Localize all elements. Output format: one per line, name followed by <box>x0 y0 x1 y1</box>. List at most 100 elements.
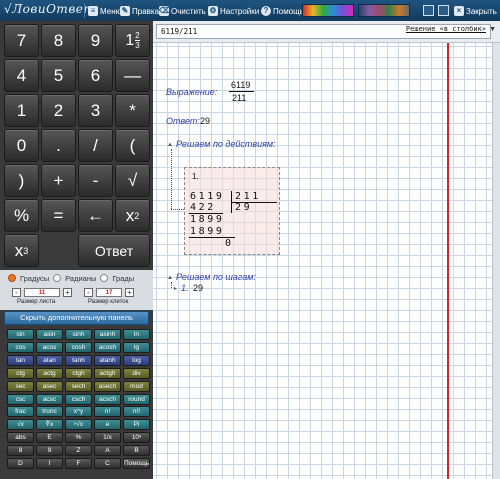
key-6[interactable]: 6 <box>78 59 113 92</box>
fn-key[interactable]: n!! <box>123 406 150 418</box>
cell-size-value[interactable]: 17 <box>96 288 122 297</box>
sheet-size-increase[interactable]: + <box>63 288 72 297</box>
fn-key[interactable]: atanh <box>94 354 121 366</box>
fn-key[interactable]: asech <box>94 380 121 392</box>
sheet-size-decrease[interactable]: - <box>12 288 21 297</box>
close-button[interactable]: × Закрыть <box>454 5 497 17</box>
theme-palette-button[interactable] <box>302 4 354 17</box>
key-close-paren[interactable]: ) <box>4 164 39 197</box>
fn-key[interactable]: lg <box>123 341 150 353</box>
fn-key[interactable]: ∛x <box>36 419 63 431</box>
fn-key[interactable]: acosh <box>94 341 121 353</box>
fn-key[interactable]: sec <box>7 380 34 392</box>
key-minus[interactable]: - <box>78 164 113 197</box>
fn-key[interactable]: actg <box>36 367 63 379</box>
fn-key[interactable]: Помощь <box>123 458 150 469</box>
key-4[interactable]: 4 <box>4 59 39 92</box>
fn-key[interactable]: 10ˣ <box>123 432 150 444</box>
key-open-paren[interactable]: ( <box>115 129 150 162</box>
radio-grads[interactable] <box>100 274 109 282</box>
fn-key[interactable]: asec <box>36 380 63 392</box>
fn-key[interactable]: cosh <box>65 341 92 353</box>
fn-key[interactable]: I <box>36 458 63 469</box>
fn-key[interactable]: mod <box>123 380 150 392</box>
fn-key[interactable]: D <box>7 458 34 469</box>
fn-key[interactable]: csch <box>65 393 92 405</box>
fn-key[interactable]: csc <box>7 393 34 405</box>
fn-key[interactable]: % <box>65 432 92 444</box>
vertical-scrollbar[interactable] <box>492 43 500 479</box>
fn-key[interactable]: F <box>65 458 92 469</box>
fn-key[interactable]: 8 <box>7 445 34 457</box>
key-decimal-point[interactable]: . <box>41 129 76 162</box>
maximize-button[interactable] <box>438 5 449 16</box>
fn-key[interactable]: tan <box>7 354 34 366</box>
fn-key[interactable]: cos <box>7 341 34 353</box>
key-0[interactable]: 0 <box>4 129 39 162</box>
fn-key[interactable]: asinh <box>94 329 121 340</box>
key-percent[interactable]: % <box>4 199 39 232</box>
fn-key[interactable]: actgh <box>94 367 121 379</box>
radio-radians[interactable] <box>53 274 62 282</box>
fn-key[interactable]: acsc <box>36 393 63 405</box>
fn-key[interactable]: div <box>123 367 150 379</box>
key-2[interactable]: 2 <box>41 94 76 127</box>
fn-key[interactable]: round <box>123 393 150 405</box>
key-divide[interactable]: / <box>78 129 113 162</box>
fn-key[interactable]: atan <box>36 354 63 366</box>
key-backspace[interactable]: ← <box>78 199 113 232</box>
fn-key[interactable]: x^y <box>65 406 92 418</box>
fn-key[interactable]: acsch <box>94 393 121 405</box>
key-x-squared[interactable]: x2 <box>115 199 150 232</box>
background-palette-button[interactable] <box>358 4 410 17</box>
fn-key[interactable]: log <box>123 354 150 366</box>
key-9[interactable]: 9 <box>78 24 113 57</box>
menu-button[interactable]: ≡ Меню <box>88 5 122 17</box>
fn-key[interactable]: sinh <box>65 329 92 340</box>
fn-key[interactable]: √x <box>7 419 34 431</box>
fn-key[interactable]: asin <box>36 329 63 340</box>
fn-key[interactable]: abs <box>7 432 34 444</box>
key-x-cubed[interactable]: x3 <box>4 234 39 267</box>
dropdown-arrow-icon[interactable]: ▼ <box>489 26 496 33</box>
fn-key[interactable]: sin <box>7 329 34 340</box>
step-expand-icon[interactable]: ▸ <box>174 285 177 292</box>
key-minus-dash[interactable]: — <box>115 59 150 92</box>
sheet-size-value[interactable]: 11 <box>24 288 60 297</box>
key-8[interactable]: 8 <box>41 24 76 57</box>
fn-key[interactable]: n! <box>94 406 121 418</box>
hide-extra-panel-button[interactable]: Скрыть дополнительную панель <box>4 311 149 325</box>
fn-key[interactable]: e <box>94 419 121 431</box>
fn-key[interactable]: Z <box>65 445 92 457</box>
radio-degrees[interactable] <box>8 274 16 282</box>
key-3[interactable]: 3 <box>78 94 113 127</box>
fn-key[interactable]: acos <box>36 341 63 353</box>
key-7[interactable]: 7 <box>4 24 39 57</box>
fn-key[interactable]: ln <box>123 329 150 340</box>
cell-size-increase[interactable]: + <box>125 288 134 297</box>
key-plus[interactable]: + <box>41 164 76 197</box>
fn-key[interactable]: C <box>94 458 121 469</box>
fn-key[interactable]: ctgh <box>65 367 92 379</box>
minimize-button[interactable] <box>423 5 434 16</box>
fn-key[interactable]: frac <box>7 406 34 418</box>
key-sqrt[interactable]: √ <box>115 164 150 197</box>
edit-button[interactable]: ✎ Правка <box>120 5 159 17</box>
settings-button[interactable]: ⚙ Настройки <box>208 5 259 17</box>
fn-key[interactable]: trunc <box>36 406 63 418</box>
key-multiply[interactable]: * <box>115 94 150 127</box>
fn-key[interactable]: A <box>94 445 121 457</box>
fn-key[interactable]: sech <box>65 380 92 392</box>
fn-key[interactable]: 9 <box>36 445 63 457</box>
collapse-actions-icon[interactable]: ▲ <box>167 142 173 148</box>
method-select[interactable]: Решение «в столбик» <box>406 25 486 33</box>
fn-key[interactable]: ctg <box>7 367 34 379</box>
fn-key[interactable]: ⁿ√x <box>65 419 92 431</box>
key-answer[interactable]: Ответ <box>78 234 150 267</box>
clear-button[interactable]: ⌫ Очистить <box>159 5 206 17</box>
help-button[interactable]: ? Помощь <box>261 5 304 17</box>
key-equals[interactable]: = <box>41 199 76 232</box>
fn-key[interactable]: E <box>36 432 63 444</box>
key-5[interactable]: 5 <box>41 59 76 92</box>
fn-key[interactable]: Pi <box>123 419 150 431</box>
